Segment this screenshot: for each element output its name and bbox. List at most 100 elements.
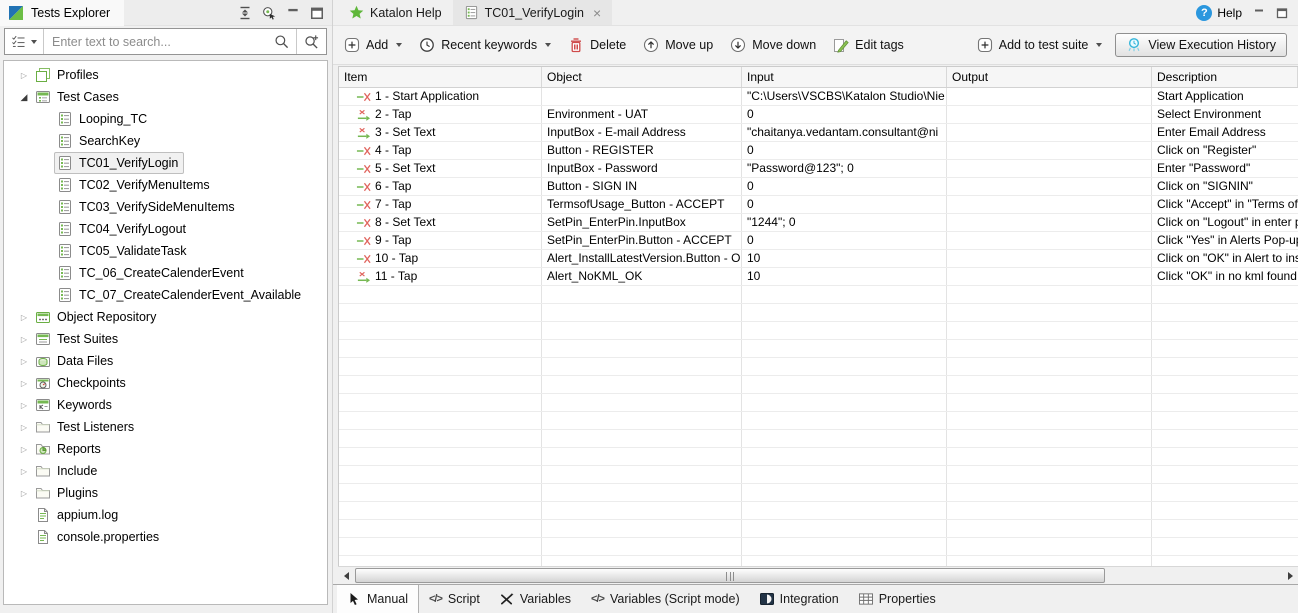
expander-collapsed-icon[interactable]: ▷: [16, 467, 32, 476]
search-button[interactable]: [267, 29, 296, 54]
advanced-search-button[interactable]: [296, 29, 326, 54]
search-input[interactable]: [44, 29, 267, 54]
table-row-empty[interactable]: [339, 322, 1298, 340]
tab-tc01-verifylogin[interactable]: TC01_VerifyLogin ×: [453, 0, 613, 25]
tree-item-tc-06-createcalenderevent[interactable]: TC_06_CreateCalenderEvent: [4, 262, 327, 284]
table-row-step-10[interactable]: 10 - TapAlert_InstallLatestVersion.Butto…: [339, 250, 1298, 268]
scroll-right-arrow[interactable]: [1282, 567, 1298, 584]
table-row-empty[interactable]: [339, 430, 1298, 448]
tree-item-tc03-verifysidemenuitems[interactable]: TC03_VerifySideMenuItems: [4, 196, 327, 218]
minimize-editor-icon[interactable]: [1253, 7, 1265, 19]
tab-variables[interactable]: Variables: [490, 585, 581, 613]
collapse-all-icon[interactable]: [238, 6, 252, 20]
table-row-step-7[interactable]: 7 - TapTermsofUsage_Button - ACCEPT0Clic…: [339, 196, 1298, 214]
recent-keywords-dropdown-caret[interactable]: [545, 43, 551, 47]
column-header-item[interactable]: Item: [339, 67, 542, 87]
tree-item-looping-tc[interactable]: Looping_TC: [4, 108, 327, 130]
add-dropdown-caret[interactable]: [396, 43, 402, 47]
tree-item-searchkey[interactable]: SearchKey: [4, 130, 327, 152]
column-header-description[interactable]: Description: [1152, 67, 1298, 87]
table-row-empty[interactable]: [339, 412, 1298, 430]
recent-keywords-button[interactable]: Recent keywords: [419, 37, 551, 53]
table-row-step-11[interactable]: 11 - TapAlert_NoKML_OK10Click "OK" in no…: [339, 268, 1298, 286]
tree-item-reports[interactable]: ▷Reports: [4, 438, 327, 460]
table-row-step-9[interactable]: 9 - TapSetPin_EnterPin.Button - ACCEPT0C…: [339, 232, 1298, 250]
table-row-empty[interactable]: [339, 376, 1298, 394]
table-row-empty[interactable]: [339, 286, 1298, 304]
tree-item-plugins[interactable]: ▷Plugins: [4, 482, 327, 504]
tree-item-tc01-verifylogin[interactable]: TC01_VerifyLogin: [4, 152, 327, 174]
table-row-step-4[interactable]: 4 - TapButton - REGISTER0Click on "Regis…: [339, 142, 1298, 160]
maximize-editor-icon[interactable]: [1276, 7, 1288, 19]
search-filter-button[interactable]: [5, 29, 44, 54]
table-row-empty[interactable]: [339, 304, 1298, 322]
tree-item-tc05-validatetask[interactable]: TC05_ValidateTask: [4, 240, 327, 262]
move-up-button[interactable]: Move up: [643, 37, 713, 53]
scrollbar-thumb[interactable]: [355, 568, 1105, 583]
table-row-step-2[interactable]: 2 - TapEnvironment - UAT0Select Environm…: [339, 106, 1298, 124]
expander-collapsed-icon[interactable]: ▷: [16, 401, 32, 410]
filter-dropdown-caret[interactable]: [31, 40, 37, 44]
tree-item-test-cases[interactable]: ◢Test Cases: [4, 86, 327, 108]
tree-item-test-suites[interactable]: ▷Test Suites: [4, 328, 327, 350]
table-row-empty[interactable]: [339, 502, 1298, 520]
help-button[interactable]: ? Help: [1196, 5, 1242, 21]
add-to-test-suite-button[interactable]: Add to test suite: [977, 37, 1103, 53]
expander-collapsed-icon[interactable]: ▷: [16, 489, 32, 498]
table-row-empty[interactable]: [339, 358, 1298, 376]
tab-script[interactable]: </> Script: [419, 585, 490, 613]
tab-tests-explorer[interactable]: Tests Explorer: [0, 0, 124, 26]
table-row-empty[interactable]: [339, 520, 1298, 538]
add-button[interactable]: Add: [344, 37, 402, 53]
horizontal-scrollbar[interactable]: [338, 566, 1298, 584]
tree-item-object-repository[interactable]: ▷Object Repository: [4, 306, 327, 328]
tab-integration[interactable]: Integration: [750, 585, 849, 613]
tab-katalon-help[interactable]: Katalon Help: [338, 0, 453, 25]
table-row-empty[interactable]: [339, 340, 1298, 358]
table-row-step-6[interactable]: 6 - TapButton - SIGN IN0Click on "SIGNIN…: [339, 178, 1298, 196]
tree-item-profiles[interactable]: ▷Profiles: [4, 64, 327, 86]
tree-item-appium-log[interactable]: appium.log: [4, 504, 327, 526]
table-row-empty[interactable]: [339, 556, 1298, 566]
expander-collapsed-icon[interactable]: ▷: [16, 379, 32, 388]
table-row-empty[interactable]: [339, 538, 1298, 556]
scroll-left-arrow[interactable]: [338, 567, 354, 584]
tab-variables-script-mode[interactable]: </> Variables (Script mode): [581, 585, 750, 613]
table-row-empty[interactable]: [339, 484, 1298, 502]
expander-collapsed-icon[interactable]: ▷: [16, 357, 32, 366]
tab-properties[interactable]: Properties: [849, 585, 946, 613]
expander-collapsed-icon[interactable]: ▷: [16, 423, 32, 432]
table-row-empty[interactable]: [339, 466, 1298, 484]
tree-item-test-listeners[interactable]: ▷Test Listeners: [4, 416, 327, 438]
table-row-empty[interactable]: [339, 448, 1298, 466]
tree-item-tc02-verifymenuitems[interactable]: TC02_VerifyMenuItems: [4, 174, 327, 196]
view-execution-history-button[interactable]: View Execution History: [1115, 33, 1287, 57]
close-icon[interactable]: ×: [593, 6, 601, 20]
tree-item-console-properties[interactable]: console.properties: [4, 526, 327, 548]
expander-collapsed-icon[interactable]: ▷: [16, 335, 32, 344]
column-header-input[interactable]: Input: [742, 67, 947, 87]
expander-collapsed-icon[interactable]: ▷: [16, 445, 32, 454]
maximize-view-icon[interactable]: [310, 6, 324, 20]
tree-item-tc-07-createcalenderevent-available[interactable]: TC_07_CreateCalenderEvent_Available: [4, 284, 327, 306]
tree-item-include[interactable]: ▷Include: [4, 460, 327, 482]
expander-collapsed-icon[interactable]: ▷: [16, 71, 32, 80]
add-to-test-suite-dropdown-caret[interactable]: [1096, 43, 1102, 47]
table-row-step-8[interactable]: 8 - Set TextSetPin_EnterPin.InputBox"124…: [339, 214, 1298, 232]
tab-manual[interactable]: Manual: [337, 585, 419, 613]
tree-item-keywords[interactable]: ▷Keywords: [4, 394, 327, 416]
expander-expanded-icon[interactable]: ◢: [16, 92, 32, 103]
table-row-empty[interactable]: [339, 394, 1298, 412]
tree-item-data-files[interactable]: ▷Data Files: [4, 350, 327, 372]
edit-tags-button[interactable]: Edit tags: [833, 37, 904, 53]
tree-item-tc04-verifylogout[interactable]: TC04_VerifyLogout: [4, 218, 327, 240]
expander-collapsed-icon[interactable]: ▷: [16, 313, 32, 322]
tree-item-checkpoints[interactable]: ▷Checkpoints: [4, 372, 327, 394]
column-header-output[interactable]: Output: [947, 67, 1152, 87]
move-down-button[interactable]: Move down: [730, 37, 816, 53]
delete-button[interactable]: Delete: [568, 37, 626, 53]
column-header-object[interactable]: Object: [542, 67, 742, 87]
table-row-step-1[interactable]: 1 - Start Application"C:\Users\VSCBS\Kat…: [339, 88, 1298, 106]
minimize-view-icon[interactable]: [286, 6, 300, 20]
table-row-step-5[interactable]: 5 - Set TextInputBox - Password"Password…: [339, 160, 1298, 178]
